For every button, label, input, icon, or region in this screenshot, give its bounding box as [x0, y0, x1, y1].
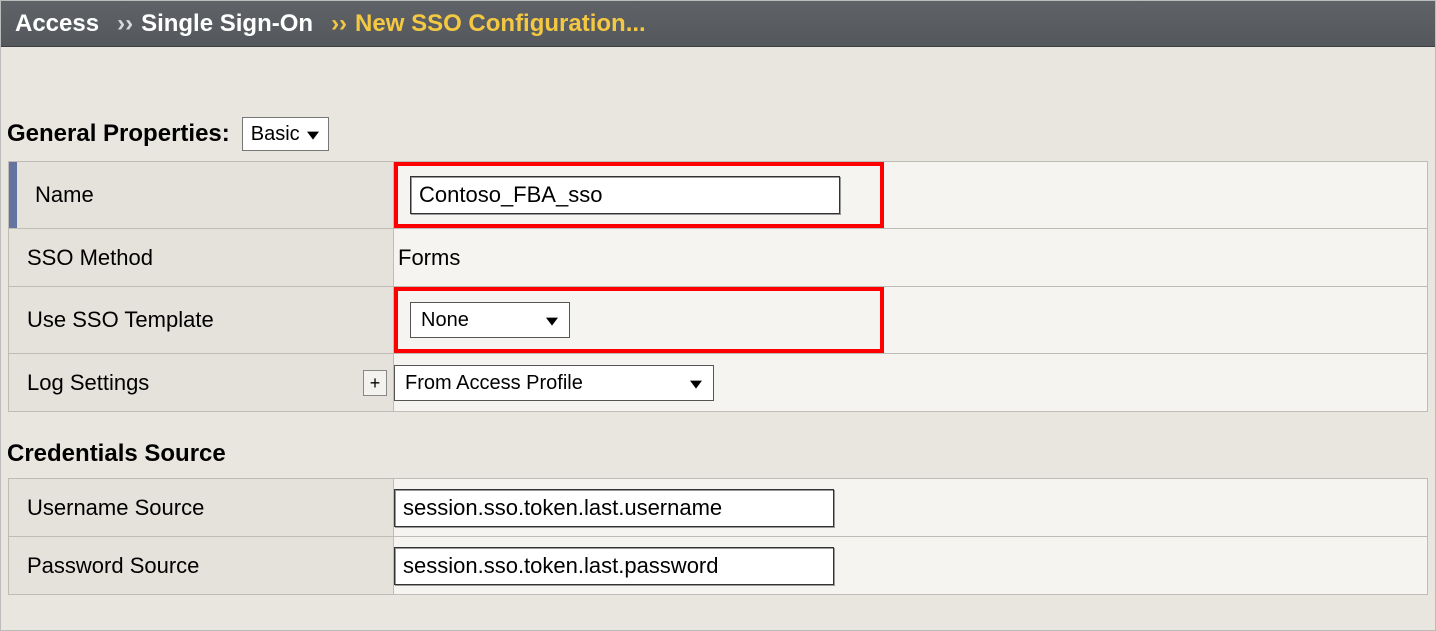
password-source-input[interactable]: [394, 547, 834, 585]
use-sso-template-label: Use SSO Template: [9, 307, 393, 333]
general-properties-title: General Properties:: [7, 120, 230, 148]
chevron-right-icon: ››: [331, 10, 347, 38]
password-source-label: Password Source: [9, 553, 393, 579]
add-log-setting-button[interactable]: +: [363, 370, 387, 396]
general-properties-table: Name SSO Method Forms Use SSO Template: [8, 161, 1428, 412]
sso-method-value: Forms: [394, 245, 460, 270]
breadcrumb-current: New SSO Configuration...: [355, 10, 646, 38]
username-source-input[interactable]: [394, 489, 834, 527]
breadcrumb-item-access[interactable]: Access: [15, 10, 99, 38]
credentials-source-title: Credentials Source: [7, 440, 226, 468]
username-source-label: Username Source: [9, 495, 393, 521]
section-credentials-source: Credentials Source: [1, 412, 1435, 478]
name-highlight-box: [394, 162, 884, 228]
log-settings-select[interactable]: From Access Profile: [394, 365, 714, 401]
log-settings-label: Log Settings: [9, 370, 393, 396]
section-general-properties: General Properties: Basic: [1, 47, 1435, 161]
chevron-right-icon: ››: [117, 10, 133, 38]
breadcrumb-item-sso[interactable]: Single Sign-On: [141, 10, 313, 38]
name-input[interactable]: [410, 176, 840, 214]
general-mode-select[interactable]: Basic: [242, 117, 329, 151]
breadcrumb: Access ›› Single Sign-On ›› New SSO Conf…: [1, 1, 1435, 47]
sso-method-label: SSO Method: [9, 245, 393, 271]
name-label: Name: [9, 182, 393, 208]
template-highlight-box: None: [394, 287, 884, 353]
use-sso-template-select[interactable]: None: [410, 302, 570, 338]
credentials-source-table: Username Source Password Source: [8, 478, 1428, 595]
